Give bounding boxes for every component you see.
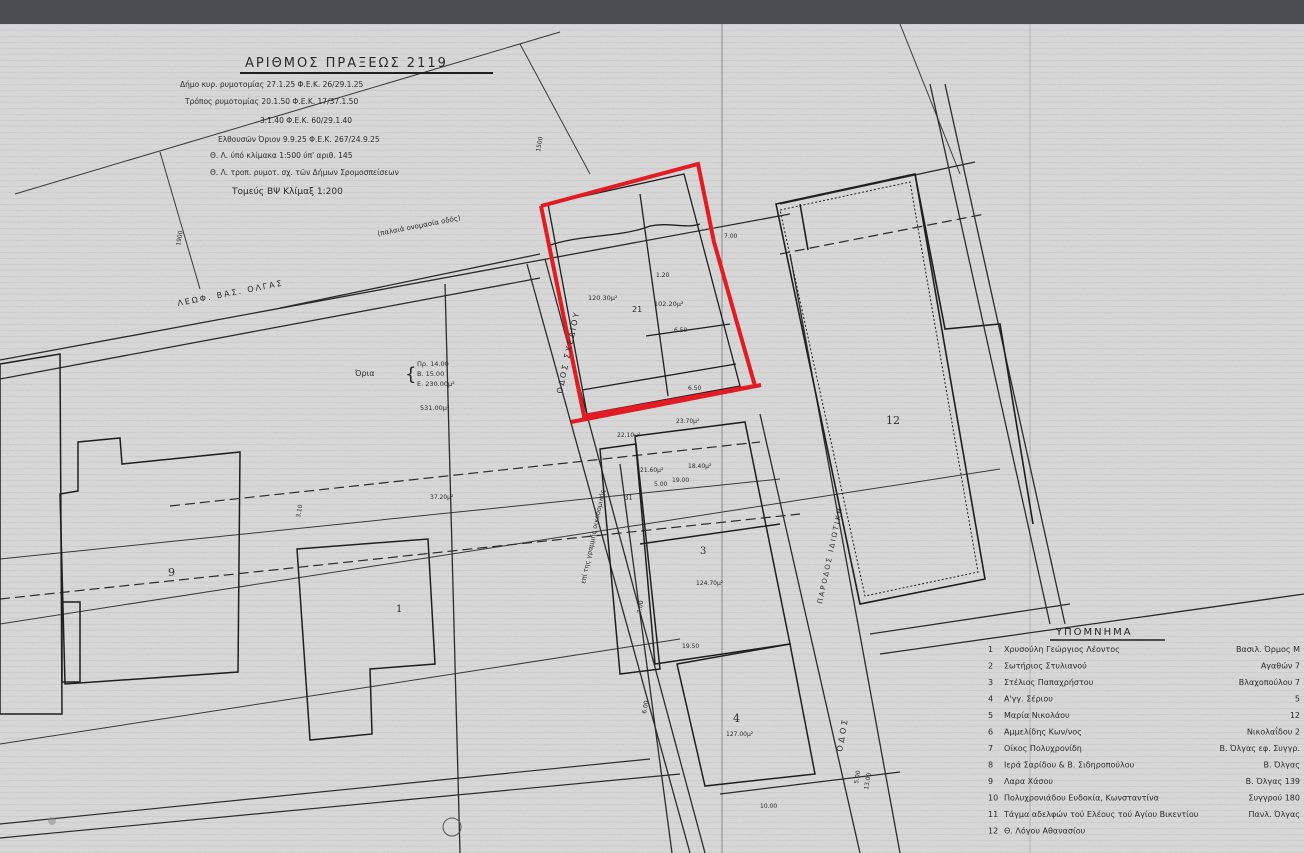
measurement: 19.00 bbox=[672, 477, 689, 484]
legend-item-name: Οίκος Πολυχρονίδη bbox=[1004, 744, 1082, 753]
legend-item-name: Α'γγ. Σέριου bbox=[1004, 694, 1053, 704]
measurement: 18.40μ² bbox=[688, 463, 712, 470]
legend-item-number: 12 bbox=[988, 827, 998, 836]
measurement: 102.20μ² bbox=[654, 300, 684, 308]
legend-item-number: 5 bbox=[988, 711, 993, 720]
measurement: 120.30μ² bbox=[588, 294, 618, 302]
parcel-number: 12 bbox=[886, 414, 900, 427]
legend-item-number: 9 bbox=[988, 777, 993, 786]
parcel-number: 31 bbox=[624, 494, 633, 502]
legend-item-address: Βασιλ. Όρμος Μ bbox=[1236, 644, 1300, 654]
limits-item: Ε. 230.00μ² bbox=[417, 380, 455, 388]
legend-item-name: Πολυχρονιάδου Ευδοκία, Κωνσταντίνα bbox=[1004, 794, 1159, 803]
legend-item-address: Συγγρού 180 bbox=[1248, 793, 1300, 803]
legend-item-name: Σωτήριος Στυλιανού bbox=[1004, 661, 1087, 671]
legend-item-address: Νικολαΐδου 2 bbox=[1247, 726, 1300, 737]
parcel-number: 9 bbox=[168, 566, 175, 579]
legend-item-name: Λαρα Χάσου bbox=[1004, 777, 1053, 786]
legend-item-name: Τάγμα αδελφών τού Ελέους τού Αγίου Βικεν… bbox=[1003, 809, 1199, 819]
legend-item-number: 11 bbox=[988, 810, 998, 819]
legend-item-address: 12 bbox=[1290, 711, 1300, 720]
measurement: 10.00 bbox=[760, 803, 777, 810]
legend-item-number: 6 bbox=[988, 728, 993, 737]
header-line: 3.1.40 Φ.Ε.Κ. 60/29.1.40 bbox=[260, 116, 352, 125]
parcel-number: 21 bbox=[632, 305, 642, 314]
legend-item-address: Βλαχοπούλου 7 bbox=[1239, 677, 1300, 687]
legend-item-name: Χρυσούλη Γεώργιος Λέοντος bbox=[1004, 644, 1120, 654]
legend-item-number: 3 bbox=[988, 678, 993, 687]
measurement: 1.20 bbox=[656, 272, 670, 279]
legend-item-address: Β. Όλγας εφ. Συγγρ. bbox=[1219, 743, 1300, 753]
parcel-number: 4 bbox=[733, 712, 740, 725]
legend-item-address: Β. Όλγας bbox=[1263, 760, 1300, 770]
measurement: 7.00 bbox=[724, 233, 738, 240]
legend-item-name: Θ. Λόγου Αθανασίου bbox=[1004, 826, 1086, 836]
header-line: Θ. Λ. ύπό κλίμακα 1:500 ύπ' αριθ. 145 bbox=[210, 151, 353, 160]
header-line: Θ. Λ. τροπ. ρυμοτ. σχ. τῶν Δήμων Σρομοσπ… bbox=[210, 168, 399, 177]
header-line: Δήμο κυρ. ρυμοτομίας 27.1.25 Φ.Ε.Κ. 26/2… bbox=[180, 80, 364, 89]
paper-smudge bbox=[48, 817, 56, 825]
paper-noise bbox=[0, 24, 1304, 853]
measurement: 23.70μ² bbox=[676, 418, 700, 425]
legend-item-address: Β. Όλγας 139 bbox=[1246, 776, 1300, 786]
measurement: 6.50 bbox=[688, 385, 702, 392]
header-line: Ελθουσῶν Όριον 9.9.25 Φ.Ε.Κ. 267/24.9.25 bbox=[218, 135, 380, 144]
header-line: Τρόπος ρυμοτομίας 20.1.50 Φ.Ε.Κ. 17/37.1… bbox=[184, 97, 358, 106]
header-line: Τομεύς ΒΨ Κλίμαξ 1:200 bbox=[231, 186, 343, 197]
legend-item-name: Μαρία Νικολάου bbox=[1004, 711, 1070, 720]
measurement: 37.20μ² bbox=[430, 494, 454, 501]
limits-label: Όρια bbox=[354, 368, 375, 378]
cadastral-plan-sheet: ΑΡΙΘΜΟΣ ΠΡΑΞΕΩΣ 2119 Δήμο κυρ. ρυμοτομία… bbox=[0, 24, 1304, 853]
legend-item-number: 7 bbox=[988, 744, 993, 753]
limits-item: Πρ. 14.00 bbox=[417, 360, 449, 368]
legend-item-number: 10 bbox=[988, 794, 998, 803]
measurement: 22.10μ² bbox=[617, 432, 641, 439]
legend-item-number: 2 bbox=[988, 662, 993, 671]
legend-item-address: Πανλ. Όλγας bbox=[1248, 809, 1300, 819]
plan-title: ΑΡΙΘΜΟΣ ΠΡΑΞΕΩΣ 2119 bbox=[245, 56, 448, 71]
cadastral-plan-drawing: ΑΡΙΘΜΟΣ ΠΡΑΞΕΩΣ 2119 Δήμο κυρ. ρυμοτομία… bbox=[0, 24, 1304, 853]
limits-total: 531.00μ² bbox=[420, 404, 450, 412]
legend-item-number: 4 bbox=[988, 695, 993, 704]
legend-item-number: 1 bbox=[988, 645, 993, 654]
measurement: 124.70μ² bbox=[696, 580, 724, 587]
legend-item-address: 5 bbox=[1295, 695, 1300, 704]
limits-brace: { bbox=[405, 364, 416, 385]
map-viewer: ΑΡΙΘΜΟΣ ΠΡΑΞΕΩΣ 2119 Δήμο κυρ. ρυμοτομία… bbox=[0, 0, 1304, 853]
legend-item-address: Αγαθών 7 bbox=[1261, 661, 1300, 671]
measurement: 5.00 bbox=[654, 481, 668, 488]
legend-title: ΥΠΟΜΝΗΜΑ bbox=[1055, 627, 1133, 638]
measurement: 6.50 bbox=[674, 327, 688, 334]
parcel-number: 1 bbox=[396, 604, 402, 615]
measurement: 127.00μ² bbox=[726, 731, 754, 738]
viewer-top-bar bbox=[0, 0, 1304, 24]
measurement: 21.60μ² bbox=[640, 467, 664, 474]
legend-item-number: 8 bbox=[988, 761, 993, 770]
limits-item: Β. 15.00 bbox=[417, 370, 444, 378]
legend-item-name: Ιερά Σαρίδου & Β. Σιδηροπούλου bbox=[1004, 760, 1135, 770]
legend-item-name: Στέλιος Παπαχρήστου bbox=[1004, 677, 1094, 687]
measurement: 19.50 bbox=[682, 643, 699, 650]
parcel-number: 3 bbox=[700, 546, 706, 557]
legend-item-name: Αμμελίδης Κων/νος bbox=[1004, 728, 1082, 737]
